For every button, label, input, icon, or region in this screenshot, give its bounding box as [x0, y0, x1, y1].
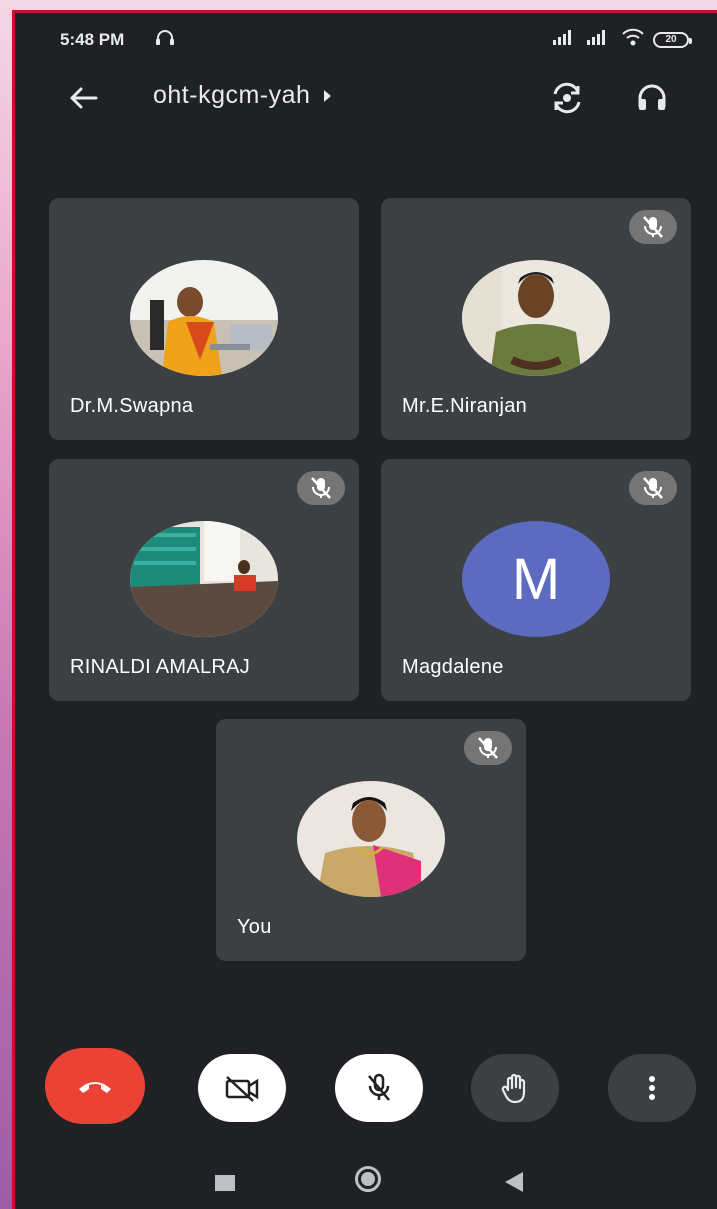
audio-output-button[interactable]: [630, 76, 674, 120]
call-controls: [15, 1043, 717, 1133]
participant-avatar: [130, 521, 278, 637]
signal-icon: [553, 29, 579, 50]
mic-off-icon: [478, 737, 498, 759]
camera-off-icon: [225, 1076, 259, 1102]
signal-icon-2: [587, 29, 613, 50]
end-call-button[interactable]: [45, 1048, 145, 1124]
battery-icon: 20: [653, 31, 692, 48]
meeting-code: oht-kgcm-yah: [153, 81, 311, 109]
participant-name: Dr.M.Swapna: [70, 395, 194, 417]
more-vert-icon: [649, 1076, 655, 1100]
end-call-icon: [79, 1082, 111, 1093]
hand-icon: [501, 1073, 526, 1104]
participant-name: Mr.E.Niranjan: [402, 395, 528, 417]
mic-off-icon: [643, 477, 663, 499]
home-button[interactable]: [355, 1166, 381, 1192]
meeting-code-button[interactable]: oht-kgcm-yah: [153, 81, 332, 110]
camera-toggle-button[interactable]: [198, 1054, 286, 1122]
status-bar: 5:48 PM 20: [15, 13, 717, 65]
muted-badge: [629, 210, 677, 244]
participant-tile[interactable]: Mr.E.Niranjan: [381, 198, 691, 440]
participant-tile[interactable]: RINALDI AMALRAJ: [49, 459, 359, 701]
switch-camera-button[interactable]: [545, 76, 589, 120]
system-back-button[interactable]: [505, 1172, 523, 1192]
system-navigation-bar: [15, 1153, 717, 1209]
raise-hand-button[interactable]: [471, 1054, 559, 1122]
participant-name: You: [237, 916, 272, 938]
switch-camera-icon: [553, 82, 581, 114]
mic-off-icon: [643, 216, 663, 238]
letter-avatar: M: [462, 521, 610, 637]
headset-status-icon: [155, 28, 175, 51]
muted-badge: [629, 471, 677, 505]
back-button[interactable]: [63, 78, 103, 118]
mic-off-icon: [311, 477, 331, 499]
back-arrow-icon: [70, 87, 98, 109]
participant-avatar: [297, 781, 445, 897]
participant-avatar: [462, 260, 610, 376]
headphones-icon: [638, 84, 666, 110]
participant-tile[interactable]: M Magdalene: [381, 459, 691, 701]
muted-badge: [297, 471, 345, 505]
status-icons: 20: [553, 28, 692, 51]
wifi-icon: [621, 28, 645, 51]
phone-screen: 5:48 PM 20 oht-kgcm-yah Dr.M.Swapna Mr.E…: [12, 10, 717, 1209]
meeting-header: oht-kgcm-yah: [15, 68, 717, 124]
status-time: 5:48 PM: [60, 30, 125, 49]
muted-badge: [464, 731, 512, 765]
mic-off-icon: [368, 1073, 390, 1101]
caret-right-icon: [324, 89, 332, 102]
participant-avatar: [130, 260, 278, 376]
mic-toggle-button[interactable]: [335, 1054, 423, 1122]
self-tile[interactable]: You: [216, 719, 526, 961]
participant-name: RINALDI AMALRAJ: [70, 656, 251, 678]
participant-tile[interactable]: Dr.M.Swapna: [49, 198, 359, 440]
more-options-button[interactable]: [608, 1054, 696, 1122]
participant-name: Magdalene: [402, 656, 504, 678]
recents-button[interactable]: [215, 1175, 235, 1191]
